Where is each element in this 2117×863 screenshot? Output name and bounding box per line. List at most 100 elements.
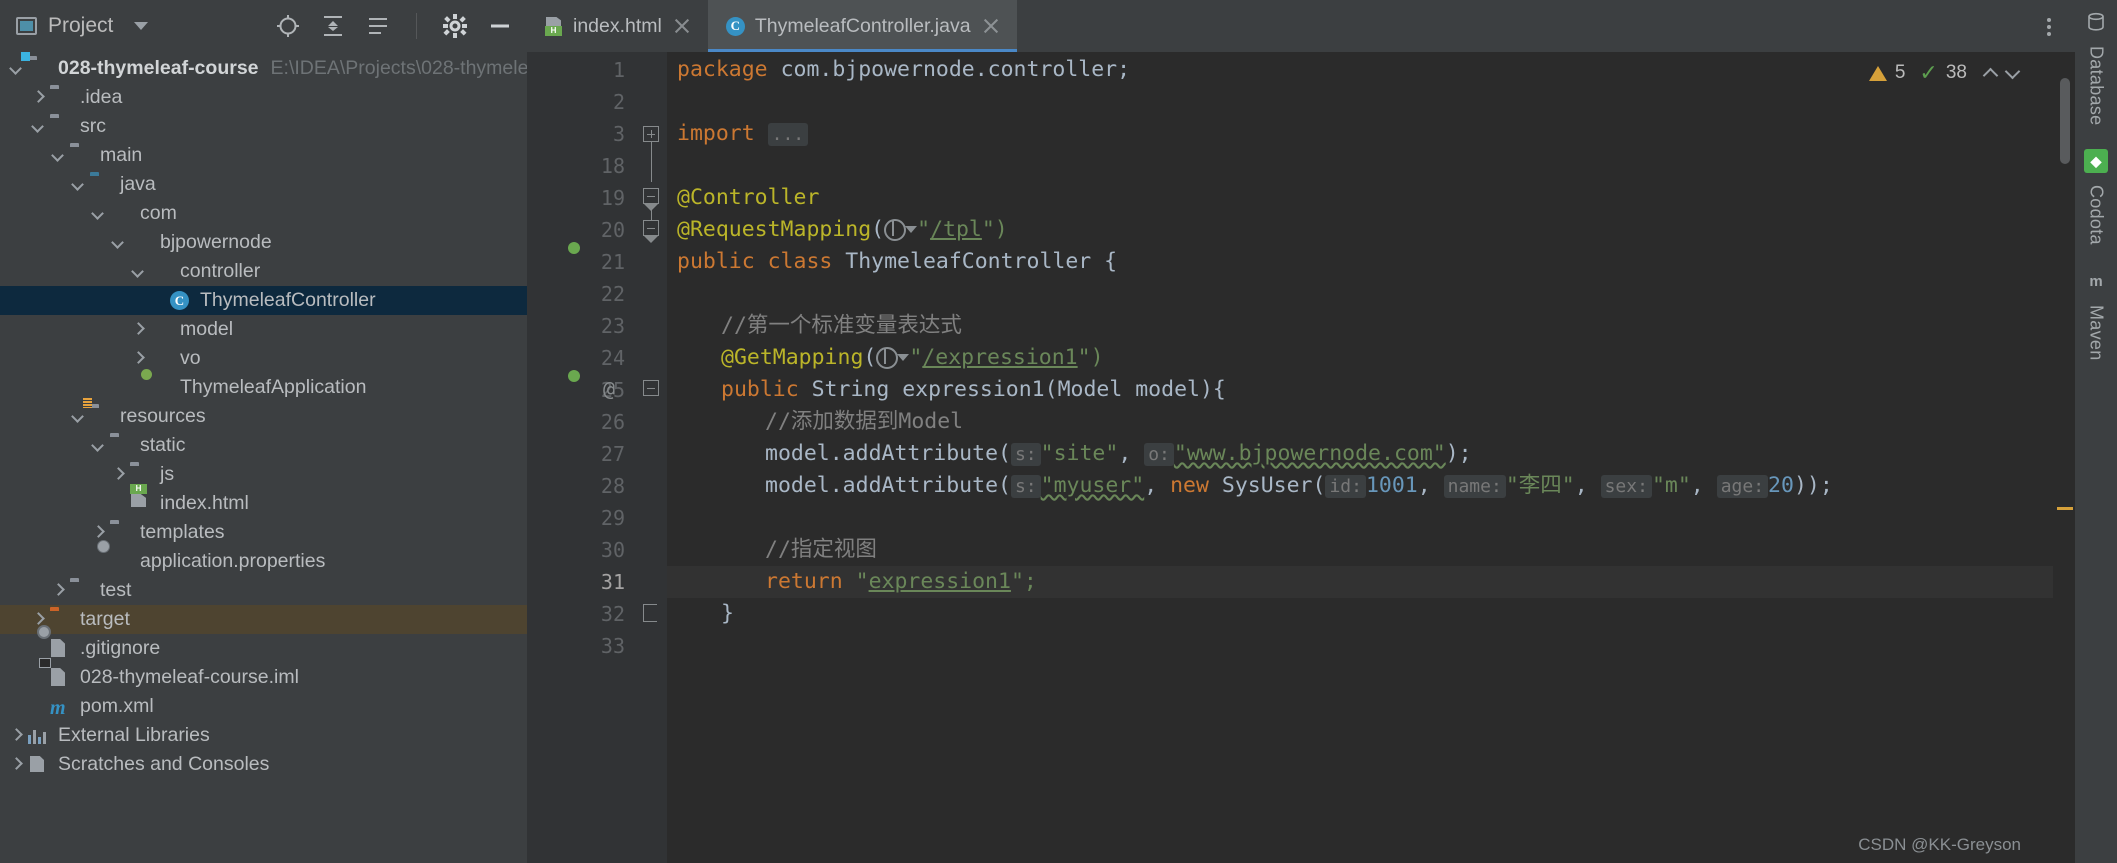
- warning-marker[interactable]: [2057, 507, 2073, 510]
- code-line: package com.bjpowernode.controller;: [667, 54, 2053, 86]
- tab-thymeleaf-controller-java[interactable]: C ThymeleafController.java: [707, 0, 1017, 52]
- collapse-all-icon[interactable]: [365, 13, 391, 39]
- tab-index-html[interactable]: index.html: [527, 0, 708, 52]
- tree-node-src[interactable]: src: [0, 112, 527, 141]
- tree-node-index-html[interactable]: index.html: [0, 489, 527, 518]
- editor-scrollbar[interactable]: [2053, 52, 2075, 863]
- close-icon[interactable]: [981, 16, 1001, 36]
- chevron-down-icon[interactable]: [90, 205, 107, 222]
- collapse-annotation-icon[interactable]: [643, 220, 659, 236]
- tree-node-idea[interactable]: .idea: [0, 83, 527, 112]
- tree-node-application-properties[interactable]: application.properties: [0, 547, 527, 576]
- chevron-right-icon[interactable]: [130, 350, 147, 367]
- folder-icon: [50, 117, 72, 136]
- url-mapping-link[interactable]: /expression1: [922, 345, 1077, 370]
- fold-line: [639, 310, 667, 342]
- tree-node-pom-xml[interactable]: m pom.xml: [0, 692, 527, 721]
- chevron-down-icon[interactable]: [30, 118, 47, 135]
- lightbulb-icon[interactable]: [611, 572, 633, 594]
- chevron-down-icon[interactable]: [90, 437, 107, 454]
- tree-node-project-root[interactable]: 028-thymeleaf-course E:\IDEA\Projects\02…: [0, 52, 527, 83]
- tree-node-thymeleaf-application[interactable]: ThymeleafApplication: [0, 373, 527, 402]
- expand-all-icon[interactable]: [320, 13, 346, 39]
- fold-line: [639, 342, 667, 374]
- url-mapping-link[interactable]: /tpl: [930, 217, 982, 242]
- code-folding-column[interactable]: [639, 52, 667, 863]
- fold-line: [639, 630, 667, 662]
- folder-icon: [70, 581, 92, 600]
- annotation-marker-icon[interactable]: @: [603, 377, 625, 401]
- tree-node-gitignore[interactable]: .gitignore: [0, 634, 527, 663]
- tree-node-model[interactable]: model: [0, 315, 527, 344]
- globe-icon[interactable]: [884, 219, 907, 241]
- sidebar-item-database[interactable]: Database: [2084, 10, 2109, 131]
- tree-node-com[interactable]: com: [0, 199, 527, 228]
- view-name-link[interactable]: expression1: [869, 569, 1011, 594]
- sidebar-item-maven[interactable]: m Maven: [2084, 269, 2109, 367]
- tree-node-label: test: [100, 579, 132, 601]
- chevron-down-icon[interactable]: [130, 263, 147, 280]
- spring-bean-icon[interactable]: [577, 251, 599, 273]
- tree-node-js[interactable]: js: [0, 460, 527, 489]
- maven-icon: m: [2089, 272, 2103, 290]
- gear-icon[interactable]: [442, 13, 468, 39]
- tree-node-label: .gitignore: [80, 637, 161, 659]
- chevron-down-icon[interactable]: [905, 226, 918, 233]
- package-icon: [150, 262, 172, 281]
- tree-node-controller[interactable]: controller: [0, 257, 527, 286]
- tree-node-target[interactable]: target: [0, 605, 527, 634]
- hide-icon[interactable]: [487, 13, 513, 39]
- project-tree[interactable]: 028-thymeleaf-course E:\IDEA\Projects\02…: [0, 52, 527, 863]
- chevron-right-icon[interactable]: [50, 582, 67, 599]
- fold-stem: [650, 210, 652, 220]
- inspection-widget[interactable]: 5 ✓ 38: [1868, 60, 2019, 86]
- chevron-right-icon[interactable]: [90, 524, 107, 541]
- chevron-down-icon[interactable]: [70, 408, 87, 425]
- collapse-class-icon[interactable]: [643, 188, 659, 204]
- chevron-right-icon[interactable]: [30, 89, 47, 106]
- editor-gutter[interactable]: 1 2 3 18 19 20 21 22 23 24 25 26 27 28 2…: [527, 52, 639, 863]
- line-number: 24: [600, 346, 625, 370]
- code-content[interactable]: package com.bjpowernode.controller; impo…: [667, 52, 2053, 863]
- tree-node-scratches-and-consoles[interactable]: Scratches and Consoles: [0, 750, 527, 779]
- project-title-group[interactable]: Project: [16, 14, 149, 38]
- editor-body[interactable]: 5 ✓ 38 1 2 3 18 19 20 21 22 23 24 25 26: [527, 52, 2075, 863]
- tree-node-external-libraries[interactable]: External Libraries: [0, 721, 527, 750]
- globe-icon[interactable]: [876, 347, 899, 369]
- close-icon[interactable]: [672, 16, 692, 36]
- tree-node-resources[interactable]: resources: [0, 398, 527, 431]
- tree-node-templates[interactable]: templates: [0, 518, 527, 547]
- chevron-down-icon[interactable]: [70, 176, 87, 193]
- method-call: .addAttribute(: [829, 473, 1011, 498]
- chevron-down-icon[interactable]: [50, 147, 67, 164]
- chevron-up-icon[interactable]: [1983, 66, 1997, 80]
- chevron-down-icon[interactable]: [110, 234, 127, 251]
- chevron-right-icon[interactable]: [130, 321, 147, 338]
- chevron-right-icon[interactable]: [8, 756, 25, 773]
- annotation-request-mapping: @RequestMapping: [677, 217, 872, 242]
- tree-node-static[interactable]: static: [0, 431, 527, 460]
- chevron-down-icon[interactable]: [897, 354, 910, 361]
- chevron-right-icon[interactable]: [8, 727, 25, 744]
- tree-node-vo[interactable]: vo: [0, 344, 527, 373]
- tree-node-thymeleaf-controller[interactable]: C ThymeleafController: [0, 286, 527, 315]
- tree-node-java[interactable]: java: [0, 170, 527, 199]
- tree-node-bjpowernode[interactable]: bjpowernode: [0, 228, 527, 257]
- folded-imports-placeholder[interactable]: ...: [767, 123, 809, 146]
- chevron-down-icon[interactable]: [134, 22, 149, 30]
- chevron-right-icon[interactable]: [110, 466, 127, 483]
- locate-file-icon[interactable]: [275, 13, 301, 39]
- chevron-down-icon[interactable]: [8, 60, 25, 77]
- tree-node-main[interactable]: main: [0, 141, 527, 170]
- chevron-down-icon[interactable]: [2005, 66, 2019, 80]
- scrollbar-thumb[interactable]: [2060, 78, 2070, 164]
- tree-node-test[interactable]: test: [0, 576, 527, 605]
- collapse-method-icon[interactable]: [643, 380, 659, 396]
- kebab-menu-icon[interactable]: [2035, 12, 2063, 40]
- param-hint-s: s:: [1010, 443, 1041, 466]
- expand-imports-icon[interactable]: [643, 126, 659, 142]
- spring-bean-icon[interactable]: [577, 379, 599, 401]
- sidebar-item-codota[interactable]: ◆ Codota: [2084, 149, 2109, 251]
- tree-node-module-iml[interactable]: 028-thymeleaf-course.iml: [0, 663, 527, 692]
